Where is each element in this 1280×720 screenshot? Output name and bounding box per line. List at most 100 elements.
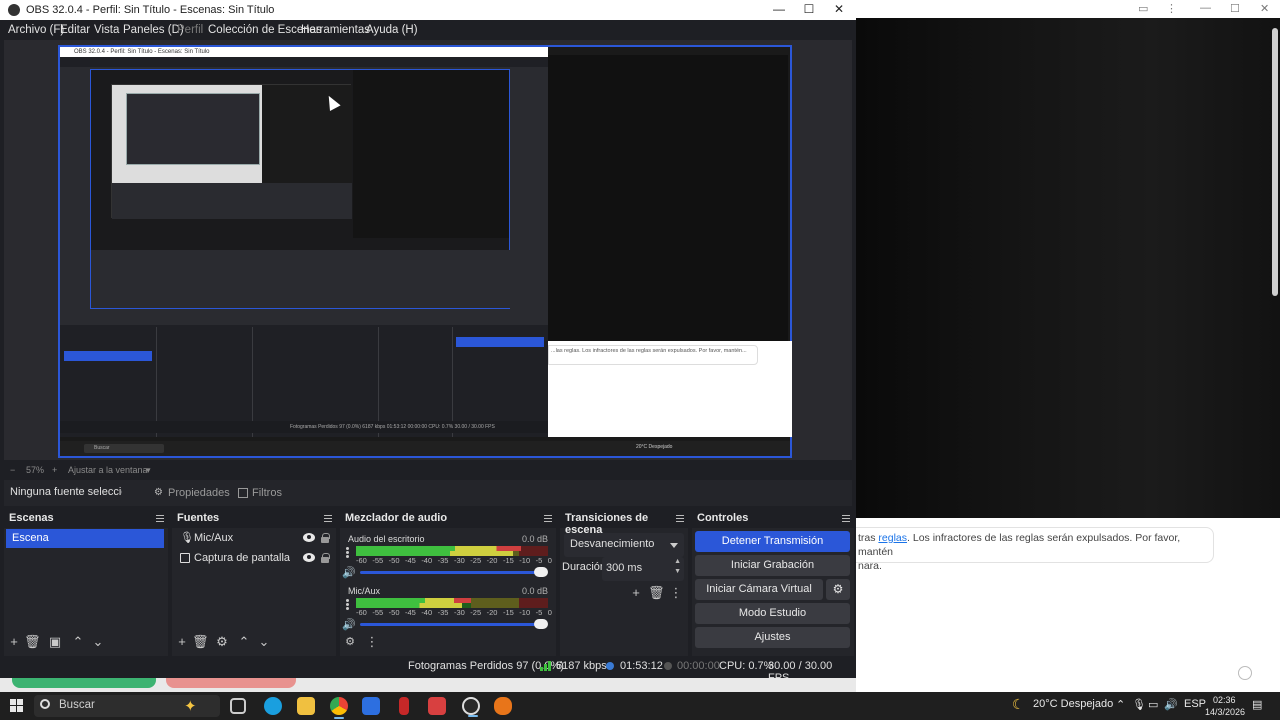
studio-mode-button[interactable]: Modo Estudio bbox=[695, 603, 850, 624]
notification-icon[interactable]: ▤ bbox=[1252, 698, 1262, 711]
add-icon[interactable]: + bbox=[6, 635, 22, 651]
gear-icon[interactable]: ⚙ bbox=[826, 579, 850, 600]
tick-label: -5 bbox=[535, 556, 543, 565]
spin-down-icon[interactable]: ▼ bbox=[674, 568, 681, 575]
menu-docks[interactable]: Paneles (D) bbox=[123, 24, 184, 36]
context-bar: Ninguna fuente seleccionada ⚙ Propiedade… bbox=[4, 480, 852, 506]
chrome-icon[interactable] bbox=[330, 697, 348, 719]
more-icon[interactable]: ⋮ bbox=[668, 586, 684, 602]
dock-menu-icon[interactable] bbox=[544, 515, 552, 522]
menu-profile[interactable]: Perfil bbox=[177, 24, 203, 36]
background-webcam-area: ▭ ⋮ — ☐ ✕ tras reglas. Los infractores d… bbox=[856, 0, 1280, 692]
move-down-icon[interactable]: ⌄ bbox=[256, 635, 272, 651]
visibility-eye-icon[interactable] bbox=[303, 533, 315, 542]
dock-menu-icon[interactable] bbox=[842, 515, 850, 522]
volume-icon[interactable]: 🔊 bbox=[1164, 698, 1178, 711]
background-scrollbar[interactable] bbox=[1272, 28, 1278, 296]
edge-icon[interactable] bbox=[264, 697, 282, 715]
channel-menu-icon[interactable] bbox=[346, 547, 349, 559]
weather-moon-icon: ☾ bbox=[1012, 696, 1025, 712]
gear-icon[interactable]: ⚙ bbox=[214, 635, 230, 651]
emoji-icon[interactable] bbox=[1238, 666, 1252, 680]
duration-input[interactable]: 300 ms ▲ ▼ bbox=[602, 557, 684, 581]
add-icon[interactable]: + bbox=[628, 586, 644, 602]
source-label: Mic/Aux bbox=[194, 532, 234, 544]
move-up-icon[interactable]: ⌃ bbox=[70, 635, 86, 651]
menu-file[interactable]: Archivo (F) bbox=[8, 24, 64, 36]
nested-stop-button bbox=[456, 337, 544, 347]
start-virtual-camera-button[interactable]: Iniciar Cámara Virtual bbox=[695, 579, 823, 600]
dock-menu-icon[interactable] bbox=[324, 515, 332, 522]
trash-icon[interactable]: 🗑 bbox=[24, 635, 41, 651]
obs-icon[interactable] bbox=[462, 697, 480, 717]
app-icon[interactable] bbox=[399, 697, 409, 715]
source-item-mic[interactable]: 🎙 Mic/Aux bbox=[178, 529, 334, 549]
sources-toolbar: + 🗑 ⚙ ⌃ ⌄ bbox=[172, 630, 336, 656]
task-view-icon[interactable] bbox=[230, 698, 246, 714]
speaker-icon[interactable]: 🔊 bbox=[342, 618, 356, 631]
menu-edit[interactable]: Editar bbox=[60, 24, 90, 36]
minimize-button[interactable]: — bbox=[764, 2, 794, 18]
rules-link[interactable]: reglas bbox=[878, 532, 907, 544]
trash-icon[interactable]: 🗑 bbox=[192, 635, 209, 651]
zoom-level[interactable]: 57% bbox=[26, 465, 44, 475]
dock-menu-icon[interactable] bbox=[156, 515, 164, 522]
move-down-icon[interactable]: ⌄ bbox=[90, 635, 106, 651]
maximize-button[interactable]: ☐ bbox=[794, 2, 824, 18]
background-shape bbox=[12, 678, 156, 688]
volume-slider-handle[interactable] bbox=[534, 567, 548, 577]
zoom-dropdown-icon[interactable]: ▾ bbox=[146, 465, 151, 476]
zoom-mode[interactable]: Ajustar a la ventana bbox=[68, 465, 148, 475]
move-up-icon[interactable]: ⌃ bbox=[236, 635, 252, 651]
filter-icon[interactable]: ▣ bbox=[47, 635, 63, 651]
visibility-eye-icon[interactable] bbox=[303, 553, 315, 562]
channel-menu-icon[interactable] bbox=[346, 599, 349, 611]
filters-button[interactable]: Filtros bbox=[236, 484, 282, 502]
clock-date[interactable]: 14/3/2026 bbox=[1205, 707, 1245, 717]
advanced-audio-icon[interactable]: ⚙ bbox=[342, 635, 358, 651]
transition-select[interactable]: Desvanecimiento bbox=[564, 533, 684, 557]
microphone-icon[interactable] bbox=[494, 697, 512, 715]
source-item-screen[interactable]: Captura de pantalla bbox=[178, 549, 334, 569]
microphone-icon[interactable]: 🎙 bbox=[1132, 698, 1146, 711]
more-icon[interactable]: ⋮ bbox=[364, 635, 380, 651]
nested-title: OBS 32.0.4 - Perfil: Sin Título - Escena… bbox=[60, 47, 548, 57]
windows-start-icon[interactable] bbox=[10, 699, 24, 713]
file-explorer-icon[interactable] bbox=[297, 697, 315, 715]
stop-streaming-button[interactable]: Detener Transmisión bbox=[695, 531, 850, 552]
preview-canvas[interactable]: OBS 32.0.4 - Perfil: Sin Título - Escena… bbox=[58, 45, 792, 458]
scene-item[interactable]: Escena bbox=[6, 529, 164, 548]
app-icon[interactable] bbox=[362, 697, 380, 715]
volume-slider[interactable] bbox=[360, 623, 540, 626]
chevron-up-icon[interactable]: ⌃ bbox=[1116, 698, 1125, 711]
settings-button[interactable]: Ajustes bbox=[695, 627, 850, 648]
clock-time[interactable]: 02:36 bbox=[1213, 695, 1236, 705]
menu-help[interactable]: Ayuda (H) bbox=[366, 24, 418, 36]
spin-up-icon[interactable]: ▲ bbox=[674, 558, 681, 565]
zoom-plus-icon[interactable]: + bbox=[52, 465, 57, 475]
volume-slider[interactable] bbox=[360, 571, 540, 574]
zoom-minus-icon[interactable]: − bbox=[10, 465, 15, 475]
app-icon[interactable] bbox=[428, 697, 446, 715]
close-button[interactable]: ✕ bbox=[824, 2, 854, 18]
add-icon[interactable]: + bbox=[174, 635, 190, 651]
controls-header: Controles bbox=[692, 510, 854, 528]
volume-slider-handle[interactable] bbox=[534, 619, 548, 629]
lock-icon[interactable] bbox=[321, 533, 330, 543]
lock-icon[interactable] bbox=[321, 553, 330, 563]
menu-tools[interactable]: Herramientas bbox=[301, 24, 370, 36]
nested-search: Buscar bbox=[84, 444, 164, 453]
mixer-header: Mezclador de audio bbox=[340, 510, 556, 528]
properties-button[interactable]: ⚙ Propiedades bbox=[152, 484, 230, 502]
trash-icon[interactable]: 🗑 bbox=[648, 586, 665, 602]
start-recording-button[interactable]: Iniciar Grabación bbox=[695, 555, 850, 576]
tick-label: -45 bbox=[404, 556, 416, 565]
weather-text[interactable]: 20°C Despejado bbox=[1033, 698, 1113, 710]
title-bar: OBS 32.0.4 - Perfil: Sin Título - Escena… bbox=[0, 0, 856, 20]
taskbar-search[interactable]: Buscar ✦ bbox=[34, 695, 220, 717]
speaker-icon[interactable]: 🔊 bbox=[342, 566, 356, 579]
language-indicator[interactable]: ESP bbox=[1184, 698, 1206, 710]
network-icon[interactable]: ▭ bbox=[1148, 698, 1158, 711]
dock-menu-icon[interactable] bbox=[676, 515, 684, 522]
menu-view[interactable]: Vista bbox=[94, 24, 119, 36]
